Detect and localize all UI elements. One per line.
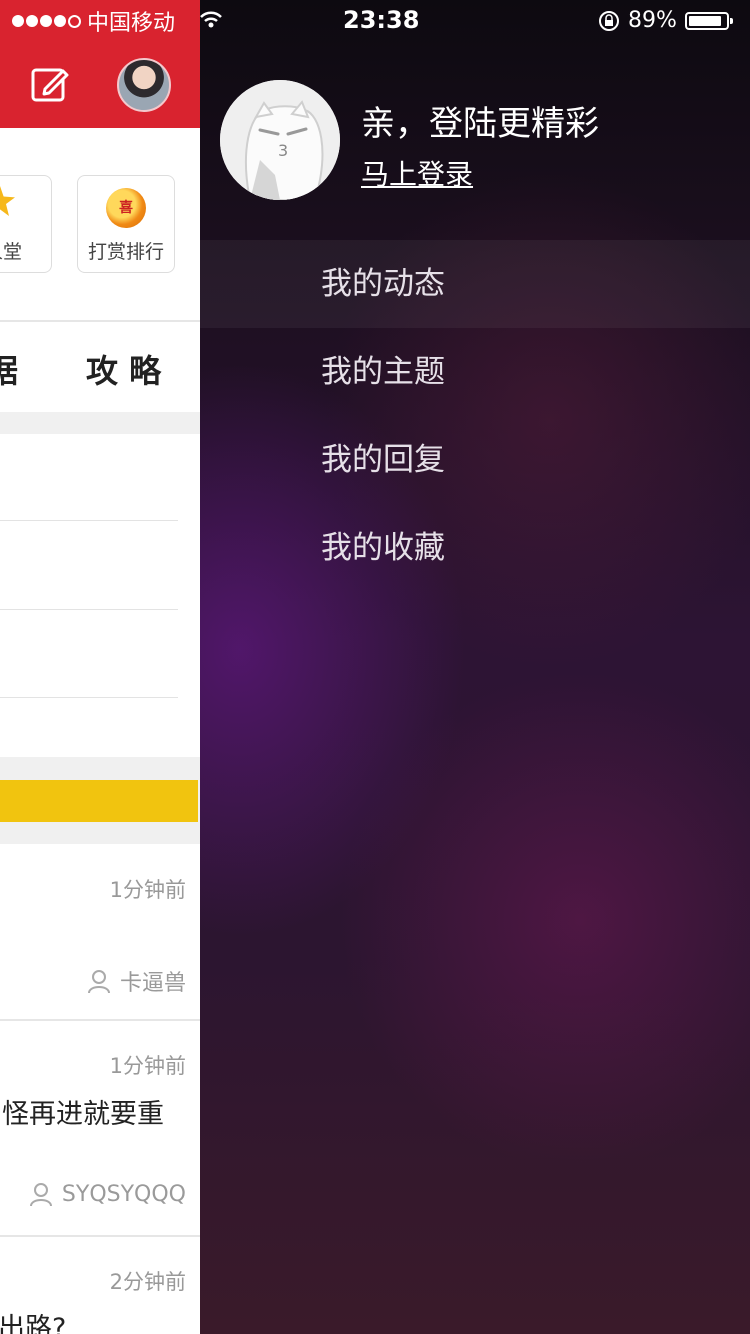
- post-title[interactable]: 出路?: [0, 1306, 66, 1334]
- main-page-preview[interactable]: 中国移动 人堂 喜 打赏排行 据 攻 略 1分钟前 卡逼兽 1分钟前 怪再进就要…: [0, 0, 200, 1334]
- user-avatar-thumbnail[interactable]: [117, 58, 171, 112]
- post-time: 1分钟前: [109, 1054, 186, 1078]
- coin-icon: 喜: [106, 188, 146, 228]
- signal-strength-icon: [12, 14, 81, 28]
- author-name: 卡逼兽: [119, 971, 186, 996]
- divider: [0, 609, 178, 610]
- user-icon: [87, 970, 110, 994]
- post-author[interactable]: 卡逼兽: [86, 965, 186, 997]
- rotation-lock-icon: [599, 10, 619, 31]
- status-bar-left: 中国移动: [12, 6, 175, 36]
- wifi-icon: [200, 11, 222, 28]
- divider: [0, 320, 200, 322]
- compose-icon[interactable]: [30, 64, 70, 104]
- divider: [0, 1019, 200, 1021]
- star-medal-icon: [0, 186, 15, 216]
- user-icon: [29, 1183, 52, 1207]
- mascot-avatar-icon: 3: [220, 80, 340, 200]
- author-name: SYQSYQQQ: [61, 1181, 186, 1207]
- post-author[interactable]: SYQSYQQQ: [28, 1181, 186, 1207]
- post-title[interactable]: 怪再进就要重: [2, 1092, 164, 1131]
- shortcut-label: 打赏排行: [87, 241, 164, 263]
- shortcut-label: 人堂: [0, 241, 22, 263]
- menu-item-my-replies[interactable]: 我的回复: [200, 416, 750, 504]
- tab-guide[interactable]: 攻 略: [86, 346, 161, 392]
- login-link[interactable]: 马上登录: [361, 153, 473, 193]
- svg-text:3: 3: [278, 141, 288, 160]
- notice-banner[interactable]: [0, 780, 198, 822]
- divider: [0, 697, 178, 698]
- divider: [0, 1235, 200, 1237]
- status-time: 23:38: [343, 6, 420, 34]
- battery-status: 89%: [598, 8, 733, 33]
- post-time: 2分钟前: [109, 1270, 186, 1294]
- side-drawer: 23:38 89% 3 亲，登陆更精彩 马上登录 我的动态 我的主题 我的回复 …: [200, 0, 750, 1334]
- carrier-name: 中国移动: [87, 11, 176, 36]
- divider: [0, 520, 178, 521]
- tab-data-partial[interactable]: 据: [0, 346, 18, 392]
- shortcut-hall-of-fame[interactable]: 人堂: [0, 175, 52, 273]
- battery-icon: [684, 11, 733, 30]
- battery-percent: 89%: [628, 8, 677, 33]
- login-prompt-title: 亲，登陆更精彩: [361, 104, 599, 144]
- post-time: 1分钟前: [109, 878, 186, 902]
- menu-item-my-favorites[interactable]: 我的收藏: [200, 504, 750, 592]
- shortcut-reward-ranking[interactable]: 喜 打赏排行: [77, 175, 175, 273]
- default-avatar[interactable]: 3: [220, 80, 340, 200]
- section-gap: [0, 412, 200, 434]
- menu-item-my-activity[interactable]: 我的动态: [200, 240, 750, 328]
- menu-item-my-topics[interactable]: 我的主题: [200, 328, 750, 416]
